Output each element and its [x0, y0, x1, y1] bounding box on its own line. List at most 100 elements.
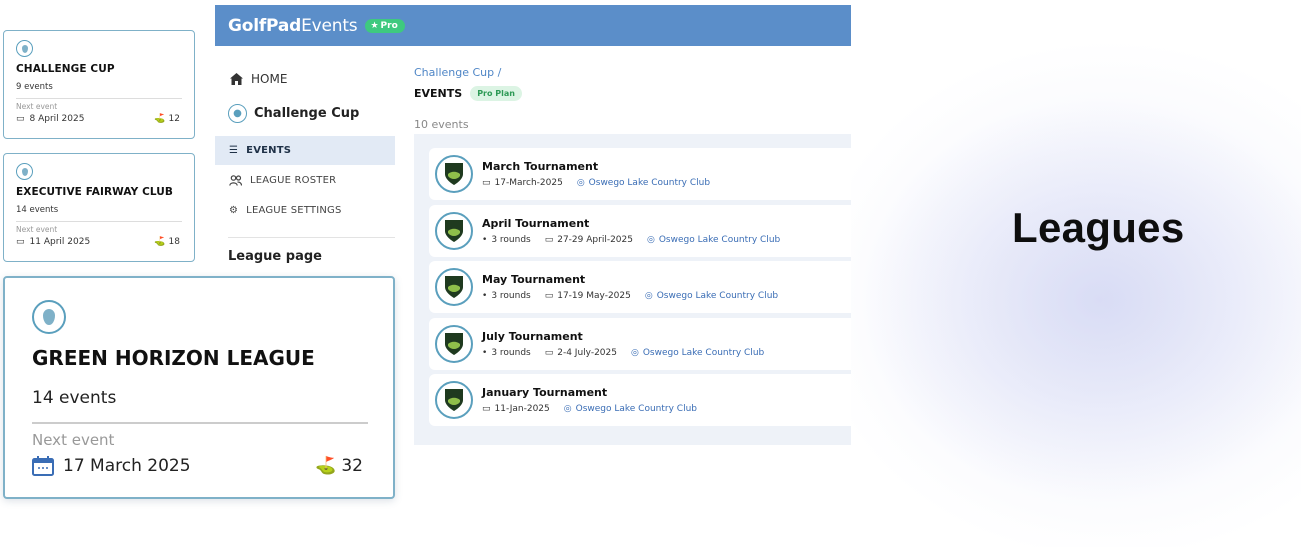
pro-badge-label: Pro — [380, 20, 398, 31]
list-icon: ☰ — [229, 145, 239, 156]
event-name: March Tournament — [482, 160, 599, 173]
league-name: CHALLENGE CUP — [16, 63, 115, 75]
medal-icon — [16, 163, 33, 180]
medal-icon — [16, 40, 33, 57]
list-item[interactable]: January Tournament ▭ 11-Jan-2025 ◎ Oswego … — [429, 374, 851, 427]
sidebar-item-events[interactable]: ☰ EVENTS — [215, 136, 395, 165]
users-icon — [229, 175, 242, 186]
event-date: 17-19 May-2025 — [557, 291, 631, 302]
league-card-green-horizon-league[interactable]: GREEN HORIZON LEAGUE 14 events Next even… — [3, 276, 395, 499]
event-name: April Tournament — [482, 216, 590, 230]
event-count: 10 events — [414, 118, 469, 131]
page-title-row: EVENTS Pro Plan — [414, 86, 522, 101]
league-event-count: 14 events — [16, 205, 59, 215]
sidebar-item-label: LEAGUE SETTINGS — [246, 205, 342, 216]
club-crest-icon — [435, 211, 473, 250]
home-icon — [230, 73, 243, 85]
player-count-value: 32 — [341, 456, 363, 476]
event-date: 2-4 July-2025 — [557, 347, 617, 358]
flag-pin-icon: • — [482, 234, 488, 245]
next-event-label: Next event — [32, 431, 115, 449]
event-info: July Tournament • 3 rounds ▭ 2-4 July-2025… — [482, 330, 778, 358]
sidebar-divider — [228, 237, 395, 238]
league-name: EXECUTIVE FAIRWAY CLUB — [16, 186, 174, 198]
event-location[interactable]: Oswego Lake Country Club — [657, 291, 778, 301]
event-name: July Tournament — [482, 329, 583, 343]
event-info: January Tournament ▭ 11-Jan-2025 ◎ Oswego … — [482, 386, 711, 414]
page-title: EVENTS — [414, 87, 463, 100]
list-item[interactable]: May Tournament • 3 rounds ▭ 17-19 May-2025… — [429, 261, 851, 314]
club-crest-icon — [435, 268, 473, 307]
next-event-label: Next event — [16, 225, 58, 234]
gear-icon: ⚙ — [229, 205, 239, 216]
event-meta: ▭ 17-March-2025 ◎ Oswego Lake Country Club — [482, 178, 724, 188]
event-info: March Tournament ▭ 17-March-2025 ◎ Oswego … — [482, 160, 724, 188]
sidebar-league-name[interactable]: ● Challenge Cup — [228, 104, 359, 123]
sidebar-item-league-settings[interactable]: ⚙ LEAGUE SETTINGS — [215, 196, 395, 225]
next-event-date-text: 11 April 2025 — [29, 237, 91, 247]
medal-icon — [32, 300, 66, 334]
sidebar-item-home[interactable]: HOME — [230, 72, 287, 86]
calendar-icon: ▭ — [482, 178, 491, 188]
event-rounds: 3 rounds — [491, 234, 531, 245]
next-event-label: Next event — [16, 102, 58, 111]
event-list: March Tournament ▭ 17-March-2025 ◎ Oswego … — [414, 134, 851, 445]
section-headline: Leagues — [1012, 204, 1185, 251]
breadcrumb[interactable]: Challenge Cup / — [414, 66, 501, 79]
top-bar: GolfPadEvents ★ Pro — [215, 5, 851, 46]
next-event-date: ▭ 11 April 2025 — [16, 237, 90, 247]
event-rounds: 3 rounds — [491, 291, 531, 302]
sidebar-item-league-roster[interactable]: LEAGUE ROSTER — [215, 166, 395, 195]
sidebar-item-league-page[interactable]: League page — [228, 249, 322, 264]
sidebar-item-label: LEAGUE ROSTER — [250, 175, 337, 186]
event-meta: ▭ 11-Jan-2025 ◎ Oswego Lake Country Club — [482, 404, 711, 414]
league-card-executive-fairway-club[interactable]: EXECUTIVE FAIRWAY CLUB 14 events Next ev… — [3, 153, 195, 262]
league-card-challenge-cup[interactable]: CHALLENGE CUP 9 events Next event ▭ 8 Ap… — [3, 30, 195, 139]
golfer-icon: ⛳ — [154, 114, 166, 124]
next-event-date-text: 8 April 2025 — [29, 114, 85, 124]
location-pin-icon: ◎ — [630, 347, 639, 358]
calendar-icon: ▭ — [16, 237, 25, 247]
location-pin-icon: ◎ — [644, 291, 653, 302]
flag-pin-icon: • — [482, 291, 488, 302]
calendar-icon: ▭ — [544, 347, 554, 358]
event-date: 17-March-2025 — [494, 178, 563, 188]
brand-rest: Events — [301, 15, 358, 36]
event-name: May Tournament — [482, 273, 586, 287]
list-item[interactable]: April Tournament • 3 rounds ▭ 27-29 April-… — [429, 204, 851, 257]
league-event-count: 9 events — [16, 82, 53, 92]
golfer-icon: ⛳ — [154, 237, 166, 247]
event-name: January Tournament — [482, 386, 608, 400]
event-info: May Tournament • 3 rounds ▭ 17-19 May-2025… — [482, 273, 792, 301]
event-date: 27-29 April-2025 — [557, 234, 633, 245]
brand-logo[interactable]: GolfPadEvents — [228, 15, 358, 36]
golfer-icon: ⛳ — [315, 456, 337, 476]
plan-badge: Pro Plan — [470, 86, 522, 101]
calendar-icon: ▭ — [544, 291, 554, 302]
card-divider — [32, 422, 368, 424]
league-badge-icon: ● — [228, 104, 247, 123]
next-event-date: ▭ 8 April 2025 — [16, 114, 84, 124]
club-crest-icon — [435, 324, 473, 363]
event-location[interactable]: Oswego Lake Country Club — [576, 404, 697, 414]
card-divider — [16, 98, 182, 99]
flag-pin-icon: • — [482, 347, 488, 358]
club-crest-icon — [435, 155, 473, 193]
sidebar-item-label: EVENTS — [246, 145, 292, 156]
event-location[interactable]: Oswego Lake Country Club — [643, 348, 764, 358]
list-item[interactable]: July Tournament • 3 rounds ▭ 2-4 July-2025… — [429, 317, 851, 370]
calendar-icon: ▭ — [544, 234, 554, 245]
event-meta: • 3 rounds ▭ 17-19 May-2025 ◎ Oswego Lake C… — [482, 291, 792, 301]
list-item[interactable]: March Tournament ▭ 17-March-2025 ◎ Oswego … — [429, 148, 851, 200]
event-info: April Tournament • 3 rounds ▭ 27-29 April-… — [482, 217, 794, 245]
event-location[interactable]: Oswego Lake Country Club — [589, 178, 710, 188]
event-meta: • 3 rounds ▭ 2-4 July-2025 ◎ Oswego Lake Co… — [482, 348, 778, 358]
club-crest-icon — [435, 381, 473, 420]
location-pin-icon: ◎ — [646, 234, 655, 245]
league-event-count: 14 events — [32, 388, 117, 408]
player-count: ⛳ 18 — [154, 237, 180, 247]
player-count-value: 12 — [168, 114, 180, 124]
location-pin-icon: ◎ — [576, 178, 585, 188]
location-pin-icon: ◎ — [563, 404, 572, 415]
event-location[interactable]: Oswego Lake Country Club — [659, 235, 780, 245]
